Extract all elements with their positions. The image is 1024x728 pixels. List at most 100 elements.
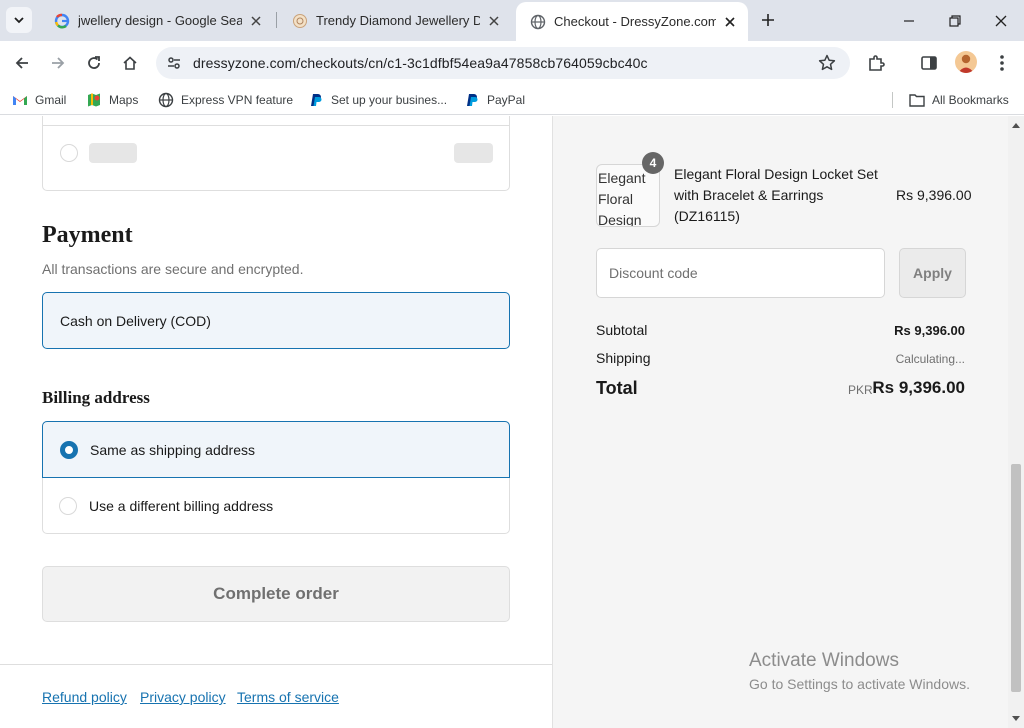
scroll-down-arrow-icon[interactable] xyxy=(1012,716,1020,721)
billing-option-label: Use a different billing address xyxy=(89,498,274,514)
side-panel-icon xyxy=(921,56,937,70)
gmail-icon xyxy=(12,92,28,108)
back-button[interactable] xyxy=(8,49,36,77)
billing-address-options: Same as shipping address Use a different… xyxy=(42,421,510,534)
apply-discount-button[interactable]: Apply xyxy=(899,248,966,298)
payment-method-cod[interactable]: Cash on Delivery (COD) xyxy=(42,292,510,349)
product-price: Rs 9,396.00 xyxy=(896,187,972,203)
tab-checkout[interactable]: Checkout - DressyZone.com xyxy=(516,2,748,41)
tab-trendy-diamond[interactable]: Trendy Diamond Jewellery Desi xyxy=(278,0,512,41)
shipping-method-radio[interactable] xyxy=(60,144,78,162)
bookmarks-bar: Gmail Maps Express VPN feature Set up yo… xyxy=(0,85,1024,115)
puzzle-icon xyxy=(869,55,885,71)
plus-icon xyxy=(762,14,774,26)
watermark-title: Activate Windows xyxy=(749,650,899,671)
shipping-value: Calculating... xyxy=(895,352,965,366)
scrollbar-thumb[interactable] xyxy=(1011,464,1021,692)
google-icon xyxy=(54,13,70,29)
chevron-down-icon xyxy=(14,17,24,24)
globe-icon xyxy=(530,14,546,30)
paypal-icon xyxy=(308,92,324,108)
total-value: Rs 9,396.00 xyxy=(872,378,965,397)
bookmark-label: PayPal xyxy=(487,93,526,107)
payment-subtext: All transactions are secure and encrypte… xyxy=(42,261,304,277)
complete-order-button[interactable]: Complete order xyxy=(42,566,510,622)
profile-avatar[interactable] xyxy=(955,51,977,73)
subtotal-value: Rs 9,396.00 xyxy=(894,323,965,338)
all-bookmarks[interactable]: All Bookmarks xyxy=(909,91,1009,109)
page-scrollbar[interactable] xyxy=(1008,116,1024,728)
shipping-method-box xyxy=(42,116,510,191)
maps-icon xyxy=(86,92,102,108)
bookmark-maps[interactable]: Maps xyxy=(86,91,138,109)
restore-icon xyxy=(949,14,961,27)
bookmark-paypal[interactable]: PayPal xyxy=(464,91,525,109)
home-icon xyxy=(123,56,137,70)
discount-code-input[interactable] xyxy=(597,249,884,297)
store-icon xyxy=(292,13,308,29)
subtotal-label: Subtotal xyxy=(596,322,648,338)
chrome-menu-button[interactable] xyxy=(992,53,1012,73)
tab-strip: jwellery design - Google Search Trendy D… xyxy=(0,0,1024,41)
close-tab-icon[interactable] xyxy=(248,13,264,29)
billing-option-label: Same as shipping address xyxy=(90,442,255,458)
site-info-icon[interactable] xyxy=(166,55,182,71)
browser-toolbar: dressyzone.com/checkouts/cn/c1-3c1dfbf54… xyxy=(0,41,1024,85)
discount-code-field[interactable] xyxy=(596,248,885,298)
loading-placeholder xyxy=(89,143,137,163)
total-currency: PKR xyxy=(848,383,873,397)
tab-divider xyxy=(276,12,277,28)
bookmark-label: Maps xyxy=(109,93,139,107)
url-text: dressyzone.com/checkouts/cn/c1-3c1dfbf54… xyxy=(193,55,648,71)
refund-policy-link[interactable]: Refund policy xyxy=(42,689,127,705)
radio-unselected[interactable] xyxy=(59,497,77,515)
restore-button[interactable] xyxy=(932,0,978,41)
total-label: Total xyxy=(596,378,638,398)
bookmark-express-vpn[interactable]: Express VPN feature xyxy=(158,91,293,109)
reload-button[interactable] xyxy=(80,49,108,77)
bookmarks-divider xyxy=(892,92,893,108)
terms-of-service-link[interactable]: Terms of service xyxy=(237,689,339,705)
loading-placeholder xyxy=(454,143,493,163)
side-panel-button[interactable] xyxy=(919,53,939,73)
minimize-button[interactable] xyxy=(886,0,932,41)
close-tab-icon[interactable] xyxy=(486,13,502,29)
billing-option-different[interactable]: Use a different billing address xyxy=(42,478,510,534)
footer-divider xyxy=(0,664,552,665)
all-bookmarks-label: All Bookmarks xyxy=(932,93,1009,107)
more-vert-icon xyxy=(1000,55,1004,71)
product-image-alt: Elegant Floral Design xyxy=(598,170,646,227)
windows-activation-watermark: Activate Windows Go to Settings to activ… xyxy=(749,650,970,692)
tab-title: jwellery design - Google Search xyxy=(78,13,242,28)
quantity-badge: 4 xyxy=(642,152,664,174)
folder-icon xyxy=(909,92,925,108)
bookmark-label: Express VPN feature xyxy=(181,93,294,107)
shipping-label: Shipping xyxy=(596,350,651,366)
billing-heading: Billing address xyxy=(42,388,150,407)
home-button[interactable] xyxy=(116,49,144,77)
divider xyxy=(43,125,509,126)
paypal-icon xyxy=(464,92,480,108)
forward-button[interactable] xyxy=(44,49,72,77)
close-tab-icon[interactable] xyxy=(722,14,738,30)
scroll-up-arrow-icon[interactable] xyxy=(1012,123,1020,128)
order-summary: Elegant Floral Design 4 Elegant Floral D… xyxy=(552,116,1008,728)
tab-search-button[interactable] xyxy=(6,7,32,33)
new-tab-button[interactable] xyxy=(756,8,780,32)
privacy-policy-link[interactable]: Privacy policy xyxy=(140,689,226,705)
address-bar[interactable]: dressyzone.com/checkouts/cn/c1-3c1dfbf54… xyxy=(156,47,850,79)
watermark-subtitle: Go to Settings to activate Windows. xyxy=(749,676,970,692)
checkout-page: Payment All transactions are secure and … xyxy=(0,116,1024,728)
radio-selected[interactable] xyxy=(60,441,78,459)
bookmark-star-icon[interactable] xyxy=(818,54,836,72)
arrow-left-icon xyxy=(15,57,28,69)
bookmark-setup-business[interactable]: Set up your busines... xyxy=(308,91,447,109)
close-window-button[interactable] xyxy=(978,0,1024,41)
bookmark-label: Gmail xyxy=(35,93,67,107)
tab-title: Trendy Diamond Jewellery Desi xyxy=(316,13,480,28)
bookmark-label: Set up your busines... xyxy=(331,93,448,107)
bookmark-gmail[interactable]: Gmail xyxy=(12,91,66,109)
tab-google-search[interactable]: jwellery design - Google Search xyxy=(40,0,274,41)
extensions-button[interactable] xyxy=(866,53,886,73)
billing-option-same[interactable]: Same as shipping address xyxy=(42,421,510,478)
